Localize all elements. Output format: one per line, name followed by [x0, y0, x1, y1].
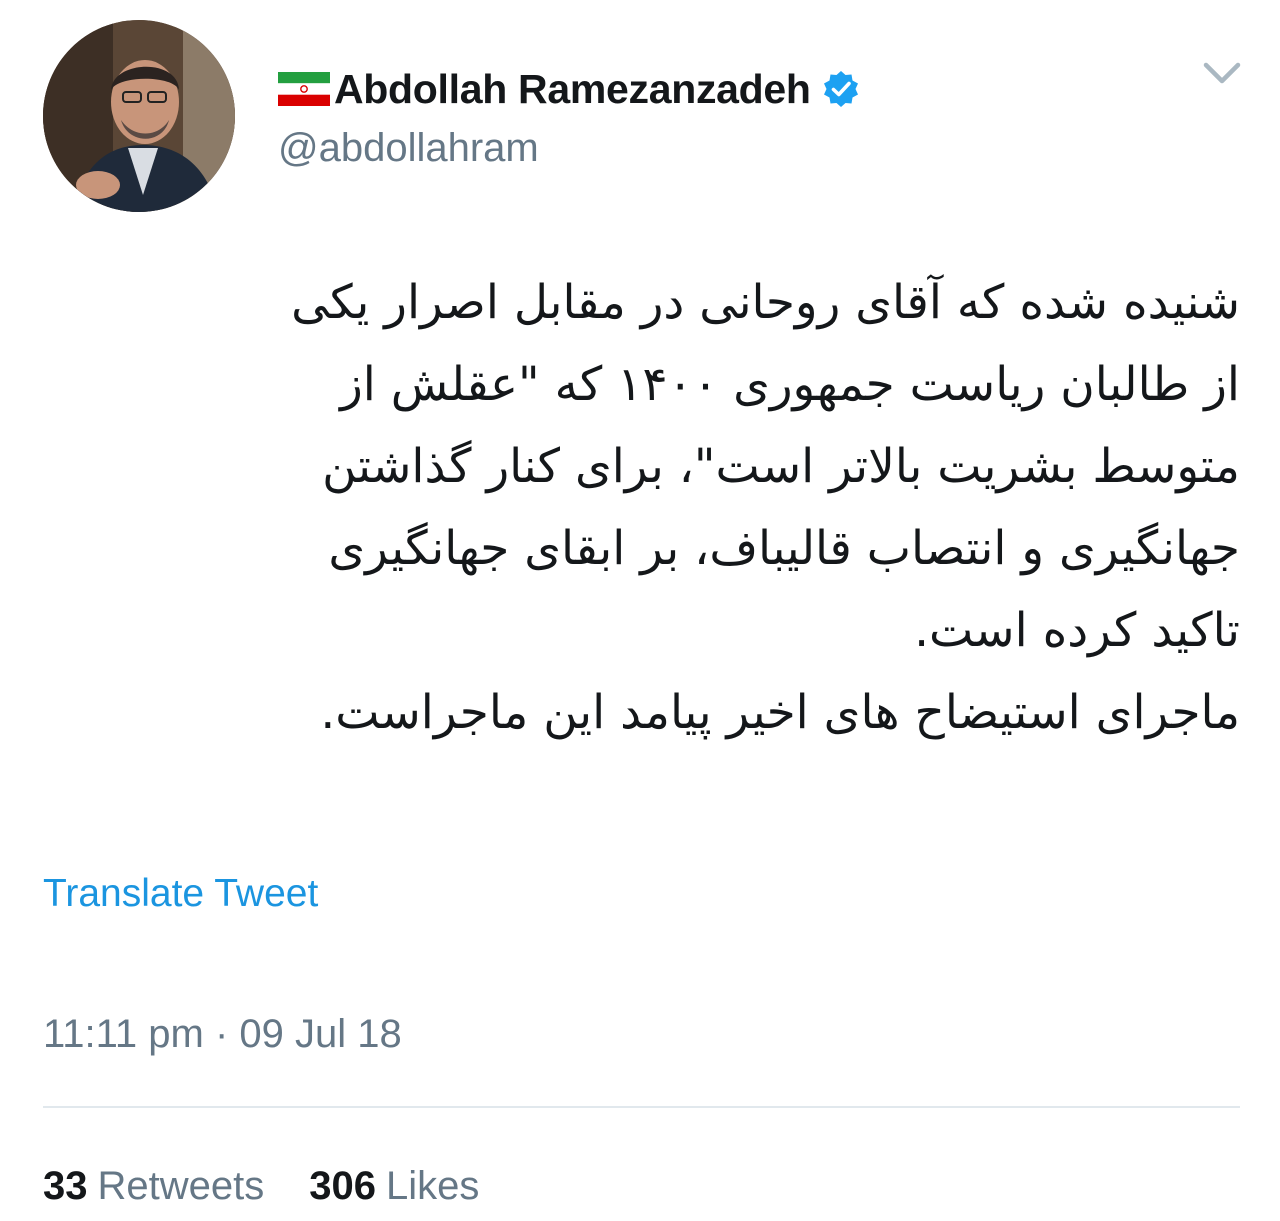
- iran-flag-icon: [278, 72, 330, 106]
- retweets-stat[interactable]: 33 Retweets: [43, 1164, 264, 1209]
- author-handle[interactable]: @abdollahram: [278, 126, 539, 171]
- avatar[interactable]: [43, 20, 235, 212]
- tweet-text-line: ماجرای استیضاح های اخیر پیامد این ماجراس…: [320, 685, 1240, 740]
- tweet-text: شنیده شده که آقای روحانی در مقابل اصرار …: [40, 262, 1240, 754]
- divider: [43, 1106, 1240, 1108]
- likes-count: 306: [309, 1164, 376, 1208]
- tweet-text-line: جهانگیری و انتصاب قالیباف، بر ابقای جهان…: [328, 521, 1240, 576]
- retweets-label: Retweets: [97, 1164, 265, 1208]
- tweet-text-line: شنیده شده که آقای روحانی در مقابل اصرار …: [291, 275, 1240, 330]
- likes-label: Likes: [386, 1164, 480, 1208]
- avatar-image: [43, 20, 235, 212]
- likes-stat[interactable]: 306 Likes: [309, 1164, 479, 1209]
- tweet-stats: 33 Retweets 306 Likes: [43, 1164, 524, 1209]
- tweet-detail: Abdollah Ramezanzadeh @abdollahram شنیده…: [0, 0, 1280, 1221]
- tweet-timestamp[interactable]: 11:11 pm · 09 Jul 18: [43, 1012, 402, 1057]
- tweet-text-line: از طالبان ریاست جمهوری ۱۴۰۰ که "عقلش از: [340, 357, 1240, 412]
- translate-tweet-link[interactable]: Translate Tweet: [43, 872, 318, 916]
- author-name-row[interactable]: Abdollah Ramezanzadeh: [278, 62, 861, 116]
- tweet-text-line: تاکید کرده است.: [914, 603, 1240, 658]
- verified-badge-icon: [823, 71, 858, 107]
- retweets-count: 33: [43, 1164, 88, 1208]
- chevron-down-icon[interactable]: [1198, 55, 1246, 91]
- tweet-text-line: متوسط بشریت بالاتر است"، برای کنار گذاشت…: [322, 439, 1240, 494]
- author-display-name[interactable]: Abdollah Ramezanzadeh: [334, 66, 811, 113]
